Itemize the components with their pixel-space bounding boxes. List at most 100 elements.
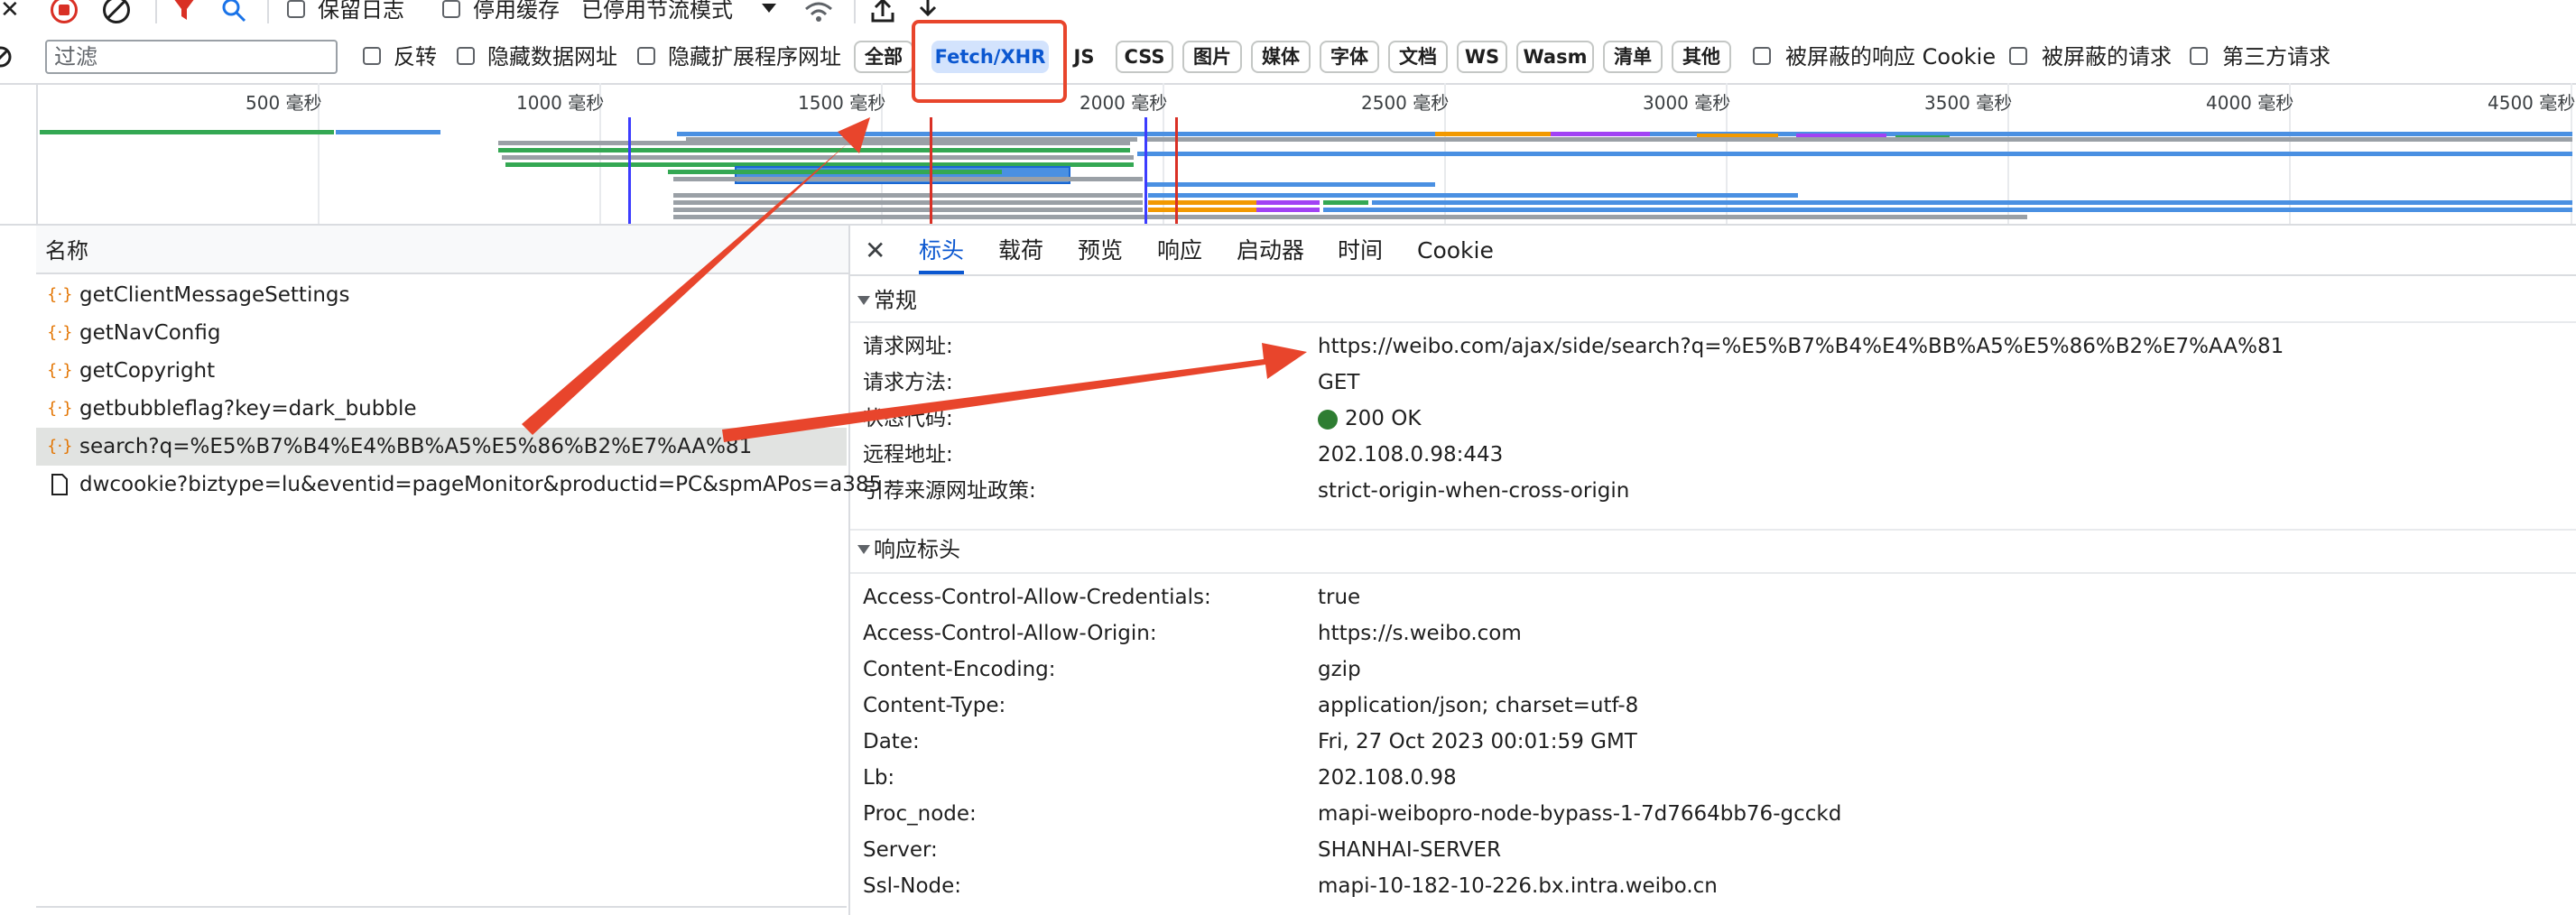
- type-filter-other[interactable]: 其他: [1672, 41, 1731, 73]
- request-name: getNavConfig: [79, 321, 221, 345]
- type-filter-img[interactable]: 图片: [1182, 41, 1242, 73]
- request-name: getClientMessageSettings: [79, 283, 350, 307]
- timeline-overview[interactable]: 500 毫秒 1000 毫秒 1500 毫秒 2000 毫秒 2500 毫秒 3…: [0, 83, 2576, 226]
- timeline-tick: 2000 毫秒: [1080, 92, 1168, 114]
- annotation-highlight-box: [912, 20, 1067, 103]
- fetch-xhr-icon: {·}: [47, 285, 73, 304]
- timeline-bar: [1148, 193, 1798, 198]
- header-value: mapi-10-182-10-226.bx.intra.weibo.cn: [1318, 874, 1718, 898]
- timeline-tick: 500 毫秒: [246, 92, 322, 114]
- timeline-tick: 3500 毫秒: [1924, 92, 2013, 114]
- header-value: Fri, 27 Oct 2023 00:01:59 GMT: [1318, 730, 1637, 753]
- type-filter-ws[interactable]: WS: [1457, 41, 1507, 73]
- timeline-bar: [1146, 137, 2572, 142]
- header-value: true: [1318, 586, 1361, 609]
- block-icon[interactable]: [0, 45, 13, 69]
- header-value: 200 OK: [1345, 407, 1422, 430]
- header-value: gzip: [1318, 658, 1361, 681]
- request-list-header: [36, 226, 848, 274]
- invert-checkbox[interactable]: [363, 47, 381, 65]
- type-filter-css[interactable]: CSS: [1116, 41, 1173, 73]
- network-conditions-icon[interactable]: [803, 0, 834, 23]
- tab-cookies[interactable]: Cookie: [1417, 227, 1494, 273]
- type-filter-doc[interactable]: 文档: [1388, 41, 1448, 73]
- request-name: dwcookie?biztype=lu&eventid=pageMonitor&…: [79, 473, 883, 496]
- blocked-requests-label: 被屏蔽的请求: [2042, 44, 2172, 69]
- header-value: SHANHAI-SERVER: [1318, 838, 1502, 862]
- record-stop-icon[interactable]: [51, 0, 78, 23]
- third-party-checkbox[interactable]: [2190, 47, 2208, 65]
- blocked-requests-checkbox[interactable]: [2009, 47, 2027, 65]
- search-icon[interactable]: [220, 0, 247, 23]
- status-ok-icon: [1318, 410, 1338, 430]
- disable-cache-checkbox[interactable]: [442, 0, 460, 18]
- header-key: 请求网址:: [863, 335, 953, 358]
- header-value: mapi-weibopro-node-bypass-1-7d7664bb76-g…: [1318, 802, 1842, 826]
- tab-response[interactable]: 响应: [1157, 227, 1202, 273]
- throttle-select[interactable]: 已停用节流模式: [581, 0, 733, 23]
- tab-timing[interactable]: 时间: [1338, 227, 1383, 273]
- header-key: Access-Control-Allow-Credentials:: [863, 586, 1211, 609]
- timeline-bar: [1256, 200, 1320, 205]
- header-value: application/json; charset=utf-8: [1318, 694, 1639, 717]
- general-section-title: 常规: [874, 288, 917, 313]
- timeline-tick: 4500 毫秒: [2488, 92, 2576, 114]
- tab-headers[interactable]: 标头: [919, 227, 965, 274]
- timeline-bar: [1148, 208, 1256, 212]
- timeline-bar: [673, 215, 2027, 219]
- type-filter-font[interactable]: 字体: [1320, 41, 1379, 73]
- blocked-cookies-checkbox[interactable]: [1753, 47, 1771, 65]
- type-filter-manifest[interactable]: 清单: [1603, 41, 1663, 73]
- tab-initiator[interactable]: 启动器: [1237, 227, 1304, 273]
- clear-icon[interactable]: [103, 0, 130, 23]
- filter-funnel-icon[interactable]: [171, 0, 197, 23]
- type-filter-wasm[interactable]: Wasm: [1516, 41, 1594, 73]
- hide-data-urls-checkbox[interactable]: [457, 47, 475, 65]
- chevron-down-icon[interactable]: [762, 4, 776, 13]
- header-value: strict-origin-when-cross-origin: [1318, 479, 1630, 503]
- header-value: https://weibo.com/ajax/side/search?q=%E5…: [1318, 335, 2284, 358]
- hide-ext-urls-checkbox[interactable]: [637, 47, 655, 65]
- timeline-bar: [1323, 200, 1368, 205]
- expand-triangle-icon[interactable]: [857, 545, 870, 554]
- load-marker: [930, 117, 932, 224]
- import-har-icon[interactable]: [870, 0, 895, 23]
- timeline-bar: [502, 155, 1134, 160]
- header-key: Server:: [863, 838, 938, 862]
- close-detail-icon[interactable]: ✕: [865, 229, 885, 273]
- tab-payload[interactable]: 载荷: [998, 227, 1043, 273]
- timeline-bar: [498, 141, 1130, 145]
- request-name: getCopyright: [79, 359, 216, 383]
- filter-input[interactable]: 过滤: [45, 40, 338, 74]
- close-panel-icon[interactable]: ✕: [0, 0, 20, 23]
- header-key: Content-Encoding:: [863, 658, 1056, 681]
- preserve-log-label: 保留日志: [318, 0, 404, 23]
- load-marker: [1175, 117, 1178, 224]
- header-value: https://s.weibo.com: [1318, 622, 1522, 645]
- invert-label: 反转: [394, 44, 437, 69]
- header-key: 远程地址:: [863, 443, 953, 467]
- header-key: Access-Control-Allow-Origin:: [863, 622, 1157, 645]
- fetch-xhr-icon: {·}: [47, 361, 73, 380]
- general-section-header[interactable]: [850, 280, 2576, 323]
- header-value: GET: [1318, 371, 1360, 394]
- response-headers-section-header[interactable]: [850, 529, 2576, 574]
- document-icon: [51, 474, 68, 495]
- preserve-log-checkbox[interactable]: [287, 0, 305, 18]
- timeline-tick: 4000 毫秒: [2206, 92, 2294, 114]
- fetch-xhr-icon: {·}: [47, 437, 73, 456]
- timeline-bar: [1372, 200, 2572, 205]
- timeline-tick: 2500 毫秒: [1361, 92, 1450, 114]
- tab-preview[interactable]: 预览: [1078, 227, 1123, 273]
- blocked-cookies-label: 被屏蔽的响应 Cookie: [1785, 44, 1997, 69]
- request-name: search?q=%E5%B7%B4%E4%BB%A5%E5%86%B2%E7%…: [79, 435, 753, 458]
- expand-triangle-icon[interactable]: [857, 296, 870, 305]
- header-key: 状态代码:: [863, 407, 953, 430]
- type-filter-all[interactable]: 全部: [854, 41, 913, 73]
- dom-content-loaded-marker: [628, 117, 631, 224]
- hide-data-urls-label: 隐藏数据网址: [487, 44, 617, 69]
- name-column-header[interactable]: 名称: [45, 231, 88, 271]
- type-filter-media[interactable]: 媒体: [1251, 41, 1311, 73]
- type-filter-js[interactable]: JS: [1063, 41, 1105, 73]
- timeline-bar: [1323, 208, 2572, 212]
